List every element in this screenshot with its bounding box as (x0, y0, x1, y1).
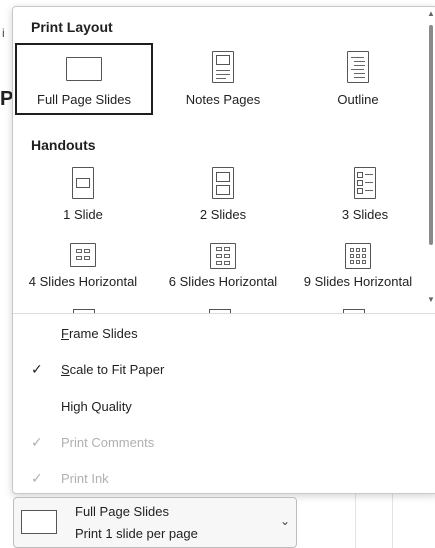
handouts-heading: Handouts (31, 137, 96, 153)
option-label: Full Page Slides (37, 92, 131, 107)
dropdown-title: Full Page Slides (75, 504, 169, 519)
dropdown-subtitle: Print 1 slide per page (75, 526, 198, 541)
print-layout-popup: Print Layout Full Page Slides Notes Page… (12, 6, 435, 494)
gallery-scrollbar[interactable]: ▲ ▼ (427, 7, 435, 313)
option-label: 4 Slides Horizontal (28, 274, 138, 289)
option-3-slides[interactable]: 3 Slides (315, 167, 415, 229)
option-9-slides-horizontal[interactable]: 9 Slides Horizontal (291, 243, 425, 299)
menu-item-print-comments: ✓ Print Comments (13, 424, 435, 460)
outline-icon (347, 51, 369, 83)
notes-page-icon (212, 51, 234, 83)
option-outline[interactable]: Outline (303, 43, 413, 115)
checkmark-icon: ✓ (31, 360, 43, 377)
menu-item-frame-slides[interactable]: Frame Slides (13, 315, 435, 351)
menu-item-label: Print Comments (61, 434, 155, 450)
menu-item-label: Scale to Fit Paper (61, 361, 165, 377)
option-label: Notes Pages (185, 92, 261, 107)
menu-divider (13, 313, 435, 314)
handout-3-slides-icon (354, 167, 376, 199)
handout-9-horizontal-icon (345, 243, 371, 269)
option-4-slides-horizontal[interactable]: 4 Slides Horizontal (13, 243, 153, 299)
handout-4-horizontal-icon (70, 243, 96, 267)
option-6-slides-horizontal[interactable]: 6 Slides Horizontal (155, 243, 291, 299)
chevron-down-icon: ⌄ (280, 514, 291, 528)
option-full-page-slides[interactable]: Full Page Slides (15, 43, 153, 115)
menu-item-scale-to-fit-paper[interactable]: ✓ Scale to Fit Paper (13, 351, 435, 387)
option-notes-pages[interactable]: Notes Pages (163, 43, 283, 115)
menu-item-label: Print Ink (61, 470, 109, 486)
print-layout-dropdown[interactable]: Full Page Slides Print 1 slide per page … (13, 497, 297, 548)
full-page-slide-icon (66, 57, 102, 81)
option-2-slides[interactable]: 2 Slides (173, 167, 273, 229)
scroll-up-icon[interactable]: ▲ (427, 9, 435, 18)
checkmark-icon: ✓ (31, 433, 43, 450)
menu-item-print-ink: ✓ Print Ink (13, 460, 435, 493)
checkmark-icon: ✓ (31, 469, 43, 486)
option-label: 6 Slides Horizontal (168, 274, 278, 289)
option-label: 9 Slides Horizontal (303, 274, 413, 289)
layout-gallery[interactable]: Print Layout Full Page Slides Notes Page… (13, 7, 435, 313)
menu-item-high-quality[interactable]: High Quality (13, 388, 435, 424)
option-label: Outline (337, 92, 379, 107)
option-label: 3 Slides (341, 207, 389, 222)
option-1-slide[interactable]: 1 Slide (33, 167, 133, 229)
handout-1-slide-icon (72, 167, 94, 199)
background-divider (355, 494, 356, 548)
menu-item-label: Frame Slides (61, 325, 138, 341)
option-label: 2 Slides (199, 207, 247, 222)
scroll-thumb[interactable] (429, 25, 433, 245)
menu-item-label: High Quality (61, 398, 132, 414)
handout-2-slides-icon (212, 167, 234, 199)
handout-6-horizontal-icon (210, 243, 236, 269)
option-label: 1 Slide (63, 207, 103, 222)
full-page-slide-icon (21, 510, 57, 534)
print-layout-heading: Print Layout (31, 19, 113, 35)
scroll-down-icon[interactable]: ▼ (427, 295, 435, 304)
background-divider (392, 494, 393, 548)
background-text: i (2, 26, 5, 40)
